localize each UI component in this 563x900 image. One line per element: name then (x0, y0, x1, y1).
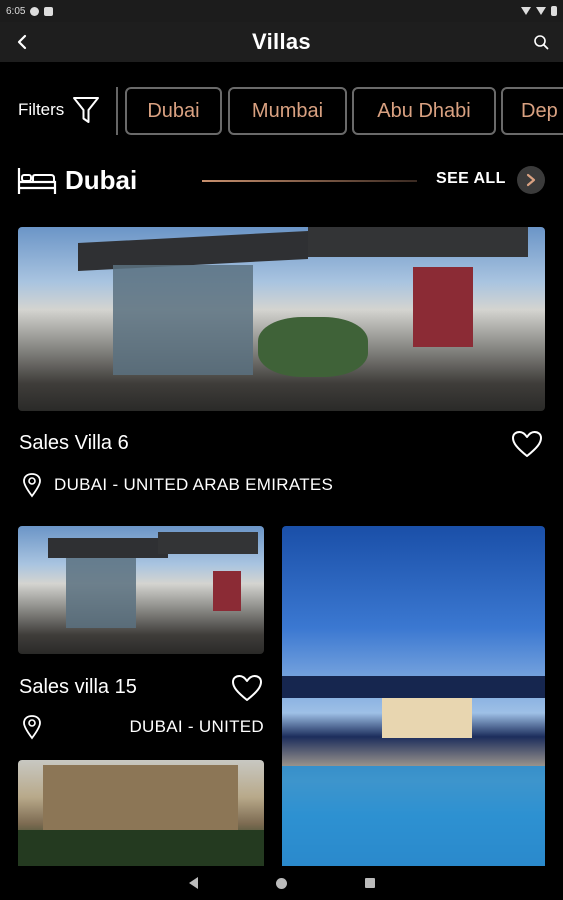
back-button[interactable] (8, 28, 36, 56)
filters-row: Filters Dubai Mumbai Abu Dhabi Dep (0, 84, 563, 140)
filter-chip-dep[interactable]: Dep (501, 87, 563, 135)
filter-funnel-icon (73, 97, 100, 123)
favorite-button[interactable] (230, 672, 264, 704)
search-button[interactable] (527, 28, 555, 56)
heart-icon (512, 431, 542, 457)
location-text: DUBAI - UNITED (129, 717, 264, 736)
villa-image-sales-villa-6[interactable] (18, 227, 545, 411)
app-bar: Villas (0, 22, 563, 62)
status-bar: 6:05 (0, 0, 563, 22)
status-time: 6:05 (6, 5, 26, 17)
sim-icon (44, 6, 54, 16)
card-title[interactable]: Sales Villa 6 (19, 432, 129, 455)
search-icon (534, 35, 549, 50)
section-title: Dubai (65, 165, 138, 195)
section-header: Dubai SEE ALL (0, 160, 563, 204)
back-arrow-icon (17, 34, 27, 50)
card-location: DUBAI - UNITED ARAB EMIRATES (22, 472, 422, 498)
section-divider-line (202, 180, 417, 182)
filter-chip-abu-dhabi[interactable]: Abu Dhabi (352, 87, 496, 135)
nav-back-icon[interactable] (188, 877, 198, 889)
location-text: DUBAI - UNITED ARAB EMIRATES (54, 475, 334, 494)
signal-icon (536, 7, 546, 15)
favorite-button[interactable] (510, 428, 544, 460)
heart-icon (232, 675, 262, 701)
chevron-right-icon (526, 173, 536, 187)
system-nav-bar (0, 866, 563, 900)
villa-image-manor[interactable] (18, 760, 264, 866)
notification-icon (30, 6, 40, 16)
filters-label: Filters (18, 100, 65, 119)
card-title[interactable]: Sales villa 15 (19, 676, 137, 699)
page-title: Villas (252, 29, 311, 54)
wifi-icon (521, 7, 531, 15)
filters-divider (116, 87, 118, 135)
villa-image-pool[interactable] (282, 526, 545, 866)
filters-button[interactable]: Filters (18, 88, 100, 132)
battery-icon (551, 6, 557, 16)
see-all-button[interactable] (517, 166, 545, 194)
nav-recents-icon[interactable] (364, 878, 375, 888)
location-pin-icon (23, 715, 41, 740)
nav-home-icon[interactable] (275, 877, 287, 889)
see-all-link[interactable]: SEE ALL (436, 170, 506, 188)
card-location: DUBAI - UNITED (22, 714, 264, 740)
bed-icon (17, 168, 57, 194)
villa-image-sales-villa-15[interactable] (18, 526, 264, 654)
filter-chip-dubai[interactable]: Dubai (125, 87, 222, 135)
filter-chip-mumbai[interactable]: Mumbai (228, 87, 347, 135)
location-pin-icon (23, 473, 41, 498)
